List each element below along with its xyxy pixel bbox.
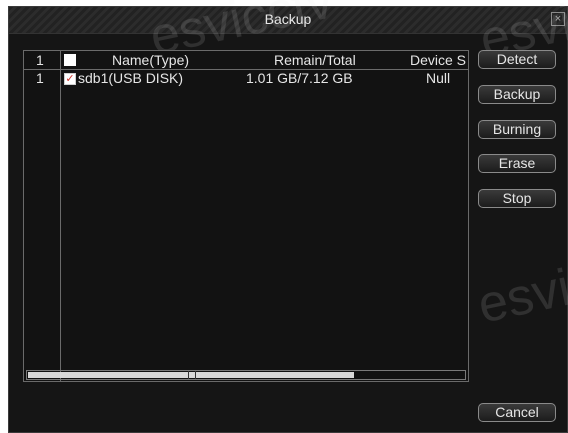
stop-button[interactable]: Stop xyxy=(478,189,556,208)
device-list[interactable]: 1 Name(Type) Remain/Total Device S 1 ✓ s… xyxy=(23,50,469,382)
scrollbar-thumb[interactable] xyxy=(28,371,354,379)
watermark: esvicctv xyxy=(472,239,568,335)
header-name-type: Name(Type) xyxy=(112,52,190,68)
select-all-checkbox[interactable] xyxy=(64,54,76,66)
burning-button[interactable]: Burning xyxy=(478,120,556,139)
erase-button[interactable]: Erase xyxy=(478,154,556,173)
row-device-status: Null xyxy=(426,70,451,86)
row-checkbox[interactable]: ✓ xyxy=(64,73,76,85)
column-divider xyxy=(60,51,61,381)
horizontal-scrollbar[interactable] xyxy=(26,370,466,380)
row-index: 1 xyxy=(36,70,44,86)
table-row[interactable]: 1 ✓ sdb1(USB DISK) 1.01 GB/7.12 GB Null xyxy=(24,70,468,88)
detect-button[interactable]: Detect xyxy=(478,50,556,69)
grip-icon xyxy=(188,371,196,379)
header-index: 1 xyxy=(36,52,44,68)
backup-dialog: Backup × esvicctv esvicctv esvicctv esvi… xyxy=(8,0,568,433)
backup-button[interactable]: Backup xyxy=(478,85,556,104)
list-header: 1 Name(Type) Remain/Total Device S xyxy=(24,51,468,70)
cancel-button[interactable]: Cancel xyxy=(478,403,556,422)
header-device-status: Device S xyxy=(410,52,467,68)
row-remain-total: 1.01 GB/7.12 GB xyxy=(246,70,353,86)
header-remain-total: Remain/Total xyxy=(274,52,356,68)
row-name: sdb1(USB DISK) xyxy=(78,70,184,86)
